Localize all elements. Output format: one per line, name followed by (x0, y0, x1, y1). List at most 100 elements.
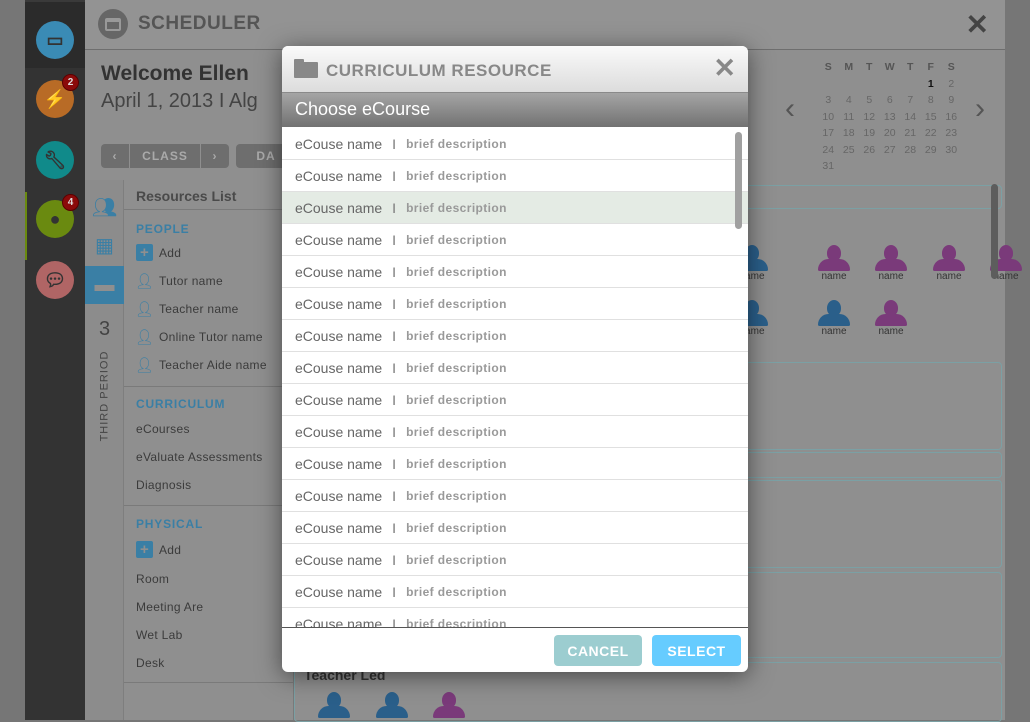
teacher-aide-item[interactable]: 👤︎ Teacher Aide name (134, 356, 267, 374)
person-avatar[interactable]: name (871, 300, 911, 337)
teacher-aide-icon: 👤︎ (134, 357, 155, 374)
calendar-day[interactable]: 7 (900, 93, 921, 109)
room-item[interactable]: Room (136, 572, 169, 586)
calendar-day[interactable]: 26 (859, 143, 880, 159)
evaluate-item[interactable]: eValuate Assessments (136, 450, 263, 464)
calendar-day[interactable]: 14 (900, 110, 921, 126)
add-physical-item[interactable]: + Add (136, 541, 181, 558)
calendar-day[interactable]: 11 (839, 110, 860, 126)
people-tab-icon[interactable]: 👥︎ (85, 188, 124, 226)
select-button[interactable]: SELECT (652, 635, 741, 666)
prev-class-button[interactable]: ‹ (101, 144, 129, 168)
desk-item[interactable]: Desk (136, 656, 165, 670)
ecourse-description: brief description (406, 456, 507, 471)
calendar-day[interactable]: 29 (921, 143, 942, 159)
ecourse-name: eCouse name (295, 199, 383, 216)
person-avatar[interactable]: name (929, 245, 969, 282)
person-icon-body (433, 706, 465, 718)
ecourse-row[interactable]: eCouse name Ibrief description (282, 416, 748, 448)
calendar-day[interactable]: 9 (941, 93, 962, 109)
calendar-day[interactable]: 15 (921, 110, 942, 126)
ecourse-row[interactable]: eCouse name Ibrief description (282, 448, 748, 480)
ecourse-row[interactable]: eCouse name Ibrief description (282, 224, 748, 256)
weekday-label: S (947, 61, 955, 73)
close-icon[interactable]: ✕ (713, 55, 736, 82)
close-icon[interactable]: ✕ (966, 8, 989, 41)
person-avatar[interactable] (372, 692, 412, 718)
box-tab-icon[interactable]: ▦ (85, 226, 124, 264)
ecourse-name: eCouse name (295, 263, 383, 280)
ecourse-description: brief description (406, 264, 507, 279)
item-label: Add (159, 542, 182, 557)
ecourse-row[interactable]: eCouse name Ibrief description (282, 128, 748, 160)
tutor-item[interactable]: 👤︎ Tutor name (135, 272, 223, 290)
ecourse-row[interactable]: eCouse name Ibrief description (282, 608, 748, 628)
calendar-day[interactable]: 4 (839, 93, 860, 109)
divider (124, 682, 294, 683)
person-avatar[interactable]: name (871, 245, 911, 282)
chat-app-icon[interactable]: 💬︎ (36, 261, 74, 299)
person-avatar[interactable]: name (814, 300, 854, 337)
calendar-day[interactable]: 5 (859, 93, 880, 109)
calendar-day[interactable]: 13 (880, 110, 901, 126)
person-icon-body (875, 314, 907, 326)
calendar-day[interactable]: 24 (818, 143, 839, 159)
calendar-app-icon[interactable]: ▭ (36, 21, 74, 59)
ecourses-item[interactable]: eCourses (136, 422, 190, 436)
weekday-label: T (907, 61, 914, 73)
content-scrollbar[interactable] (991, 184, 998, 279)
calendar-day[interactable]: 12 (859, 110, 880, 126)
ecourse-row[interactable]: eCouse name Ibrief description (282, 288, 748, 320)
person-avatar[interactable] (429, 692, 469, 718)
calendar-day[interactable]: 10 (818, 110, 839, 126)
ecourse-row[interactable]: eCouse name Ibrief description (282, 352, 748, 384)
calendar-day[interactable]: 30 (941, 143, 962, 159)
ecourse-row[interactable]: eCouse name Ibrief description (282, 480, 748, 512)
cancel-button[interactable]: CANCEL (554, 635, 642, 666)
person-avatar[interactable] (314, 692, 354, 718)
ecourse-row[interactable]: eCouse name Ibrief description (282, 160, 748, 192)
calendar-day[interactable]: 18 (839, 126, 860, 142)
calendar-day[interactable]: 22 (921, 126, 942, 142)
ecourse-row[interactable]: eCouse name Ibrief description (282, 192, 748, 224)
ecourse-row[interactable]: eCouse name Ibrief description (282, 544, 748, 576)
calendar-day[interactable]: 1 (921, 77, 942, 93)
ecourse-row[interactable]: eCouse name Ibrief description (282, 384, 748, 416)
calendar-day[interactable]: 3 (818, 93, 839, 109)
ecourse-name: eCouse name (295, 135, 383, 152)
next-class-button[interactable]: › (201, 144, 229, 168)
ecourse-row[interactable]: eCouse name Ibrief description (282, 576, 748, 608)
add-person-item[interactable]: + Add (136, 244, 181, 261)
calendar-day[interactable]: 28 (900, 143, 921, 159)
calendar-day[interactable]: 6 (880, 93, 901, 109)
person-name: name (936, 271, 962, 282)
ecourse-name: eCouse name (295, 615, 383, 628)
calendar-day[interactable]: 20 (880, 126, 901, 142)
calendar-prev-icon[interactable]: ‹ (785, 92, 795, 126)
list-scrollbar[interactable] (735, 132, 742, 229)
teacher-item[interactable]: 👤︎ Teacher name (135, 300, 239, 318)
ecourse-row[interactable]: eCouse name Ibrief description (282, 320, 748, 352)
meeting-area-item[interactable]: Meeting Are (136, 600, 203, 614)
calendar-day[interactable]: 21 (900, 126, 921, 142)
calendar-day[interactable]: 17 (818, 126, 839, 142)
separator: I (392, 519, 397, 536)
wet-lab-item[interactable]: Wet Lab (136, 628, 183, 642)
calendar-day[interactable]: 31 (818, 159, 839, 175)
separator: I (392, 167, 397, 184)
calendar-next-icon[interactable]: › (975, 92, 985, 126)
calendar-day[interactable]: 2 (941, 77, 962, 93)
calendar-day[interactable]: 19 (859, 126, 880, 142)
wrench-app-icon[interactable]: 🔧︎ (36, 141, 74, 179)
ecourse-row[interactable]: eCouse name Ibrief description (282, 256, 748, 288)
calendar-day[interactable]: 25 (839, 143, 860, 159)
person-avatar[interactable]: name (814, 245, 854, 282)
calendar-day[interactable]: 16 (941, 110, 962, 126)
diagnosis-item[interactable]: Diagnosis (136, 478, 191, 492)
calendar-day[interactable]: 27 (880, 143, 901, 159)
online-tutor-item[interactable]: 👤︎ Online Tutor name (135, 328, 263, 346)
folder-tab-icon[interactable]: ▬ (85, 266, 124, 304)
calendar-day[interactable]: 8 (921, 93, 942, 109)
calendar-day[interactable]: 23 (941, 126, 962, 142)
ecourse-row[interactable]: eCouse name Ibrief description (282, 512, 748, 544)
